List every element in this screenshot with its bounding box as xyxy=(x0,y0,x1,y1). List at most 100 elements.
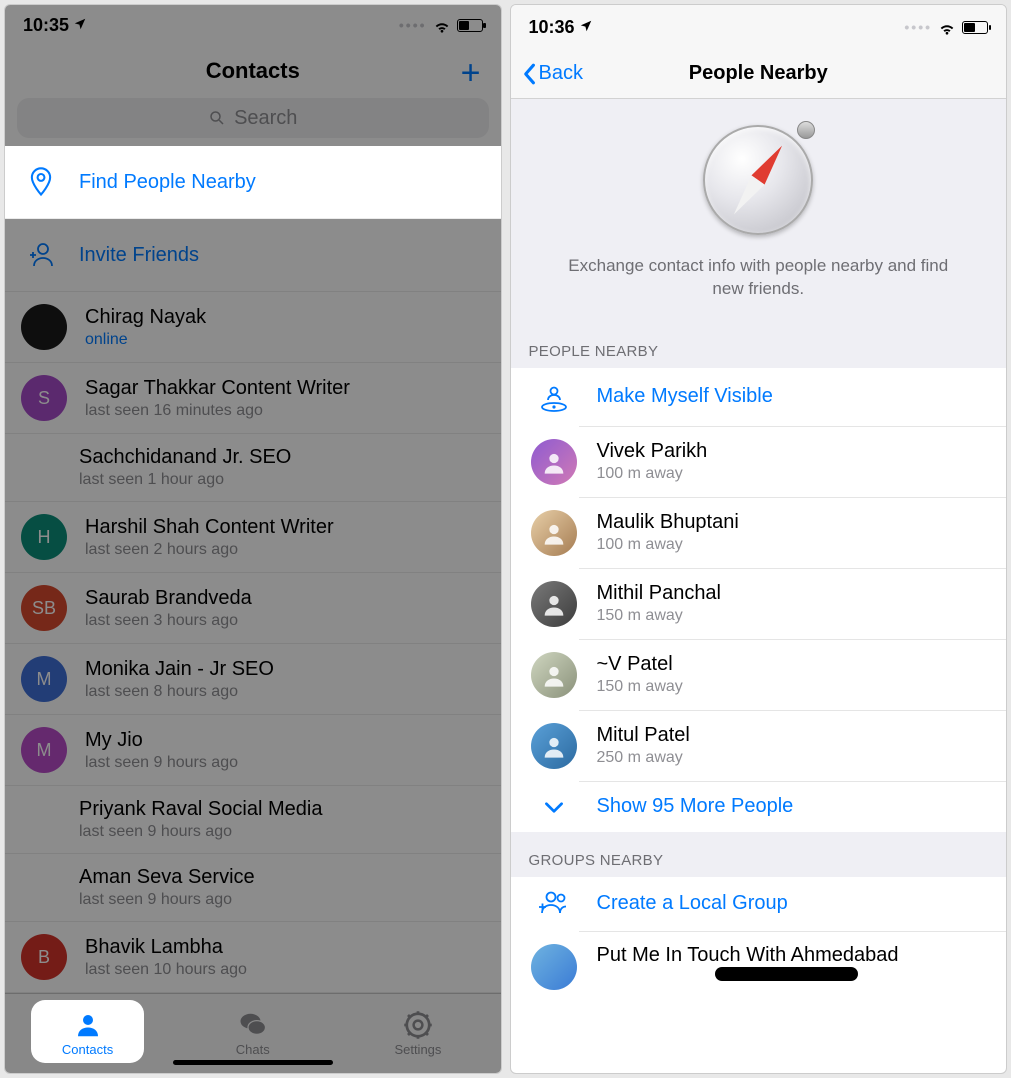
avatar: H xyxy=(21,514,67,560)
chevron-left-icon xyxy=(521,63,537,85)
person-nearby-row[interactable]: Mithil Panchal 150 m away xyxy=(511,569,1007,639)
avatar-placeholder xyxy=(21,448,61,488)
contact-status: last seen 9 hours ago xyxy=(85,754,485,772)
more-dots-icon: •••• xyxy=(904,19,932,35)
person-nearby-row[interactable]: ~V Patel 150 m away xyxy=(511,640,1007,710)
status-time: 10:36 xyxy=(529,17,575,38)
person-nearby-row[interactable]: Maulik Bhuptani 100 m away xyxy=(511,498,1007,568)
location-pin-icon xyxy=(21,162,61,202)
contact-status: last seen 9 hours ago xyxy=(79,823,485,841)
avatar: SB xyxy=(21,585,67,631)
avatar xyxy=(21,304,67,350)
tab-settings-label: Settings xyxy=(394,1042,441,1057)
person-nearby-row[interactable]: Vivek Parikh 100 m away xyxy=(511,427,1007,497)
hero-section: Exchange contact info with people nearby… xyxy=(511,99,1007,323)
contact-status: online xyxy=(85,331,485,349)
tab-contacts-label: Contacts xyxy=(62,1042,113,1057)
contact-row[interactable]: B Bhavik Lambha last seen 10 hours ago xyxy=(5,922,501,993)
contact-row[interactable]: Priyank Raval Social Media last seen 9 h… xyxy=(5,786,501,854)
create-local-group-row[interactable]: Create a Local Group xyxy=(511,877,1007,931)
avatar: M xyxy=(21,727,67,773)
create-group-icon xyxy=(529,889,579,919)
left-screen-contacts: 10:35 •••• Contacts + Search Find People… xyxy=(4,4,502,1074)
contact-name: Sagar Thakkar Content Writer xyxy=(85,377,485,400)
status-bar: 10:35 •••• xyxy=(5,5,501,46)
make-visible-row[interactable]: Make Myself Visible xyxy=(511,368,1007,426)
location-arrow-icon xyxy=(579,19,593,36)
person-distance: 150 m away xyxy=(597,678,989,696)
person-distance: 150 m away xyxy=(597,607,989,625)
add-contact-button[interactable]: + xyxy=(461,54,481,93)
contact-name: Harshil Shah Content Writer xyxy=(85,516,485,539)
contact-row[interactable]: SB Saurab Brandveda last seen 3 hours ag… xyxy=(5,573,501,644)
contact-name: Saurab Brandveda xyxy=(85,587,485,610)
avatar-placeholder xyxy=(21,868,61,908)
contact-name: Priyank Raval Social Media xyxy=(79,798,485,821)
page-title: Contacts xyxy=(206,58,300,83)
contact-row[interactable]: M My Jio last seen 9 hours ago xyxy=(5,715,501,786)
contact-status: last seen 8 hours ago xyxy=(85,683,485,701)
settings-icon xyxy=(403,1010,433,1040)
contact-status: last seen 1 hour ago xyxy=(79,471,485,489)
contact-row[interactable]: Chirag Nayak online xyxy=(5,292,501,363)
tab-bar: Contacts Chats Settings xyxy=(5,993,501,1073)
groups-nearby-section-header: GROUPS NEARBY xyxy=(511,832,1007,877)
avatar-placeholder xyxy=(21,800,61,840)
create-group-label: Create a Local Group xyxy=(597,892,989,915)
avatar xyxy=(531,439,577,485)
tab-settings[interactable]: Settings xyxy=(335,994,500,1073)
person-name: Maulik Bhuptani xyxy=(597,511,989,534)
contact-row[interactable]: M Monika Jain - Jr SEO last seen 8 hours… xyxy=(5,644,501,715)
battery-icon xyxy=(457,19,483,32)
person-nearby-row[interactable]: Mitul Patel 250 m away xyxy=(511,711,1007,781)
home-indicator[interactable] xyxy=(173,1060,333,1065)
avatar: B xyxy=(21,934,67,980)
contact-row[interactable]: Sachchidanand Jr. SEO last seen 1 hour a… xyxy=(5,434,501,502)
contact-status: last seen 2 hours ago xyxy=(85,541,485,559)
contact-status: last seen 10 hours ago xyxy=(85,961,485,979)
avatar xyxy=(531,581,577,627)
avatar xyxy=(531,652,577,698)
visibility-icon xyxy=(529,380,579,414)
status-bar: 10:36 •••• xyxy=(511,5,1007,49)
status-time: 10:35 xyxy=(23,15,69,36)
right-screen-people-nearby: 10:36 •••• Back People Nearby Exchange c… xyxy=(510,4,1008,1074)
redaction-bar xyxy=(715,967,859,981)
search-placeholder: Search xyxy=(234,107,297,130)
group-name: Put Me In Touch With Ahmedabad xyxy=(597,944,989,967)
person-name: Mitul Patel xyxy=(597,724,989,747)
contact-row[interactable]: S Sagar Thakkar Content Writer last seen… xyxy=(5,363,501,434)
people-nearby-section-header: PEOPLE NEARBY xyxy=(511,323,1007,368)
contact-row[interactable]: Aman Seva Service last seen 9 hours ago xyxy=(5,854,501,922)
contact-status: last seen 9 hours ago xyxy=(79,891,485,909)
make-visible-label: Make Myself Visible xyxy=(597,385,989,408)
tab-chats-label: Chats xyxy=(236,1042,270,1057)
invite-friends-row[interactable]: Invite Friends xyxy=(5,219,501,292)
avatar xyxy=(531,944,577,990)
invite-friends-icon xyxy=(21,235,61,275)
location-arrow-icon xyxy=(73,17,87,34)
show-more-people-row[interactable]: Show 95 More People xyxy=(511,782,1007,832)
page-title: People Nearby xyxy=(689,62,828,85)
contact-name: Sachchidanand Jr. SEO xyxy=(79,446,485,469)
contact-row[interactable]: H Harshil Shah Content Writer last seen … xyxy=(5,502,501,573)
back-label: Back xyxy=(539,62,583,85)
person-distance: 250 m away xyxy=(597,749,989,767)
chats-icon xyxy=(238,1010,268,1040)
find-people-nearby-row[interactable]: Find People Nearby xyxy=(5,146,501,219)
contact-name: Aman Seva Service xyxy=(79,866,485,889)
back-button[interactable]: Back xyxy=(521,62,583,85)
person-name: Vivek Parikh xyxy=(597,440,989,463)
wifi-icon xyxy=(938,20,956,34)
avatar xyxy=(531,723,577,769)
contact-status: last seen 3 hours ago xyxy=(85,612,485,630)
contact-name: Chirag Nayak xyxy=(85,306,485,329)
contact-status: last seen 16 minutes ago xyxy=(85,402,485,420)
group-row-partial[interactable]: Put Me In Touch With Ahmedabad xyxy=(511,932,1007,990)
compass-icon xyxy=(703,125,813,235)
avatar: S xyxy=(21,375,67,421)
contact-name: Monika Jain - Jr SEO xyxy=(85,658,485,681)
search-input[interactable]: Search xyxy=(17,98,489,139)
tab-contacts[interactable]: Contacts xyxy=(5,994,170,1073)
contacts-list: Chirag Nayak online S Sagar Thakkar Cont… xyxy=(5,292,501,993)
